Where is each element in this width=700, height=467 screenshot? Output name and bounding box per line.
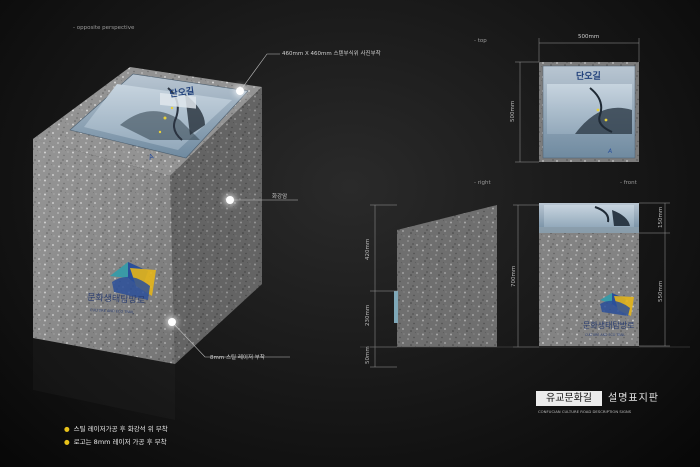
callout-dot-photo: [236, 87, 244, 95]
dim-right-700: 700mm: [511, 266, 517, 287]
dim-right-420: 420mm: [365, 239, 371, 260]
callout-laser-label: 8mm 스틸 레이저 부착: [210, 355, 265, 361]
note-2-text: 로고는 8mm 레이저 가공 후 부착: [73, 438, 167, 446]
title-english: CONFUCIAN CULTURE ROAD DESCRIPTION SIGNS: [538, 409, 632, 414]
svg-text:A: A: [607, 148, 612, 155]
front-view: 문화생태탐방로 CULTURE AND ECO TRAIL: [539, 203, 639, 346]
callout-photo-label: 460mm X 460mm 스텐부식위 사진부착: [282, 51, 381, 57]
label-opposite-perspective: - opposite perspective: [73, 25, 135, 31]
callout-dot-stone: [226, 196, 234, 204]
dim-top-depth: 500mm: [510, 101, 516, 122]
dim-front-150: 150mm: [658, 207, 664, 228]
title-right-text: 설명표지판: [608, 393, 659, 404]
dim-top-width: 500mm: [578, 34, 600, 40]
label-front-view: - front: [620, 180, 637, 186]
label-right-view: - right: [474, 180, 491, 186]
right-view: [394, 205, 497, 347]
logo-text-front: 문화생태탐방로: [583, 320, 635, 330]
title-left-text: 유교문화길: [546, 393, 592, 404]
note-2: ● 로고는 8mm 레이저 가공 후 부착: [64, 438, 167, 446]
perspective-monument: 단오길 A 문화생태탐방로 CULTURE AND ECO TRAIL: [33, 67, 262, 420]
note-1: ● 스틸 레이저가공 후 화강석 위 부착: [64, 425, 168, 433]
callout-dot-laser: [168, 318, 176, 326]
top-view-panel-title: 단오길: [576, 70, 601, 82]
dim-right-50: 50mm: [365, 346, 371, 364]
title-block: 유교문화길 설명표지판 CONFUCIAN CULTURE ROAD DESCR…: [536, 391, 670, 418]
title-left-box: 유교문화길: [536, 391, 602, 406]
top-view: 단오길 A: [539, 62, 639, 162]
note-1-text: 스틸 레이저가공 후 화강석 위 부착: [73, 425, 168, 433]
dim-right-230: 230mm: [365, 305, 371, 326]
dim-front-550: 550mm: [658, 281, 664, 302]
callout-stone-label: 화강암: [272, 194, 288, 200]
label-top-view: - top: [474, 38, 487, 44]
logo-english-front: CULTURE AND ECO TRAIL: [585, 333, 625, 337]
